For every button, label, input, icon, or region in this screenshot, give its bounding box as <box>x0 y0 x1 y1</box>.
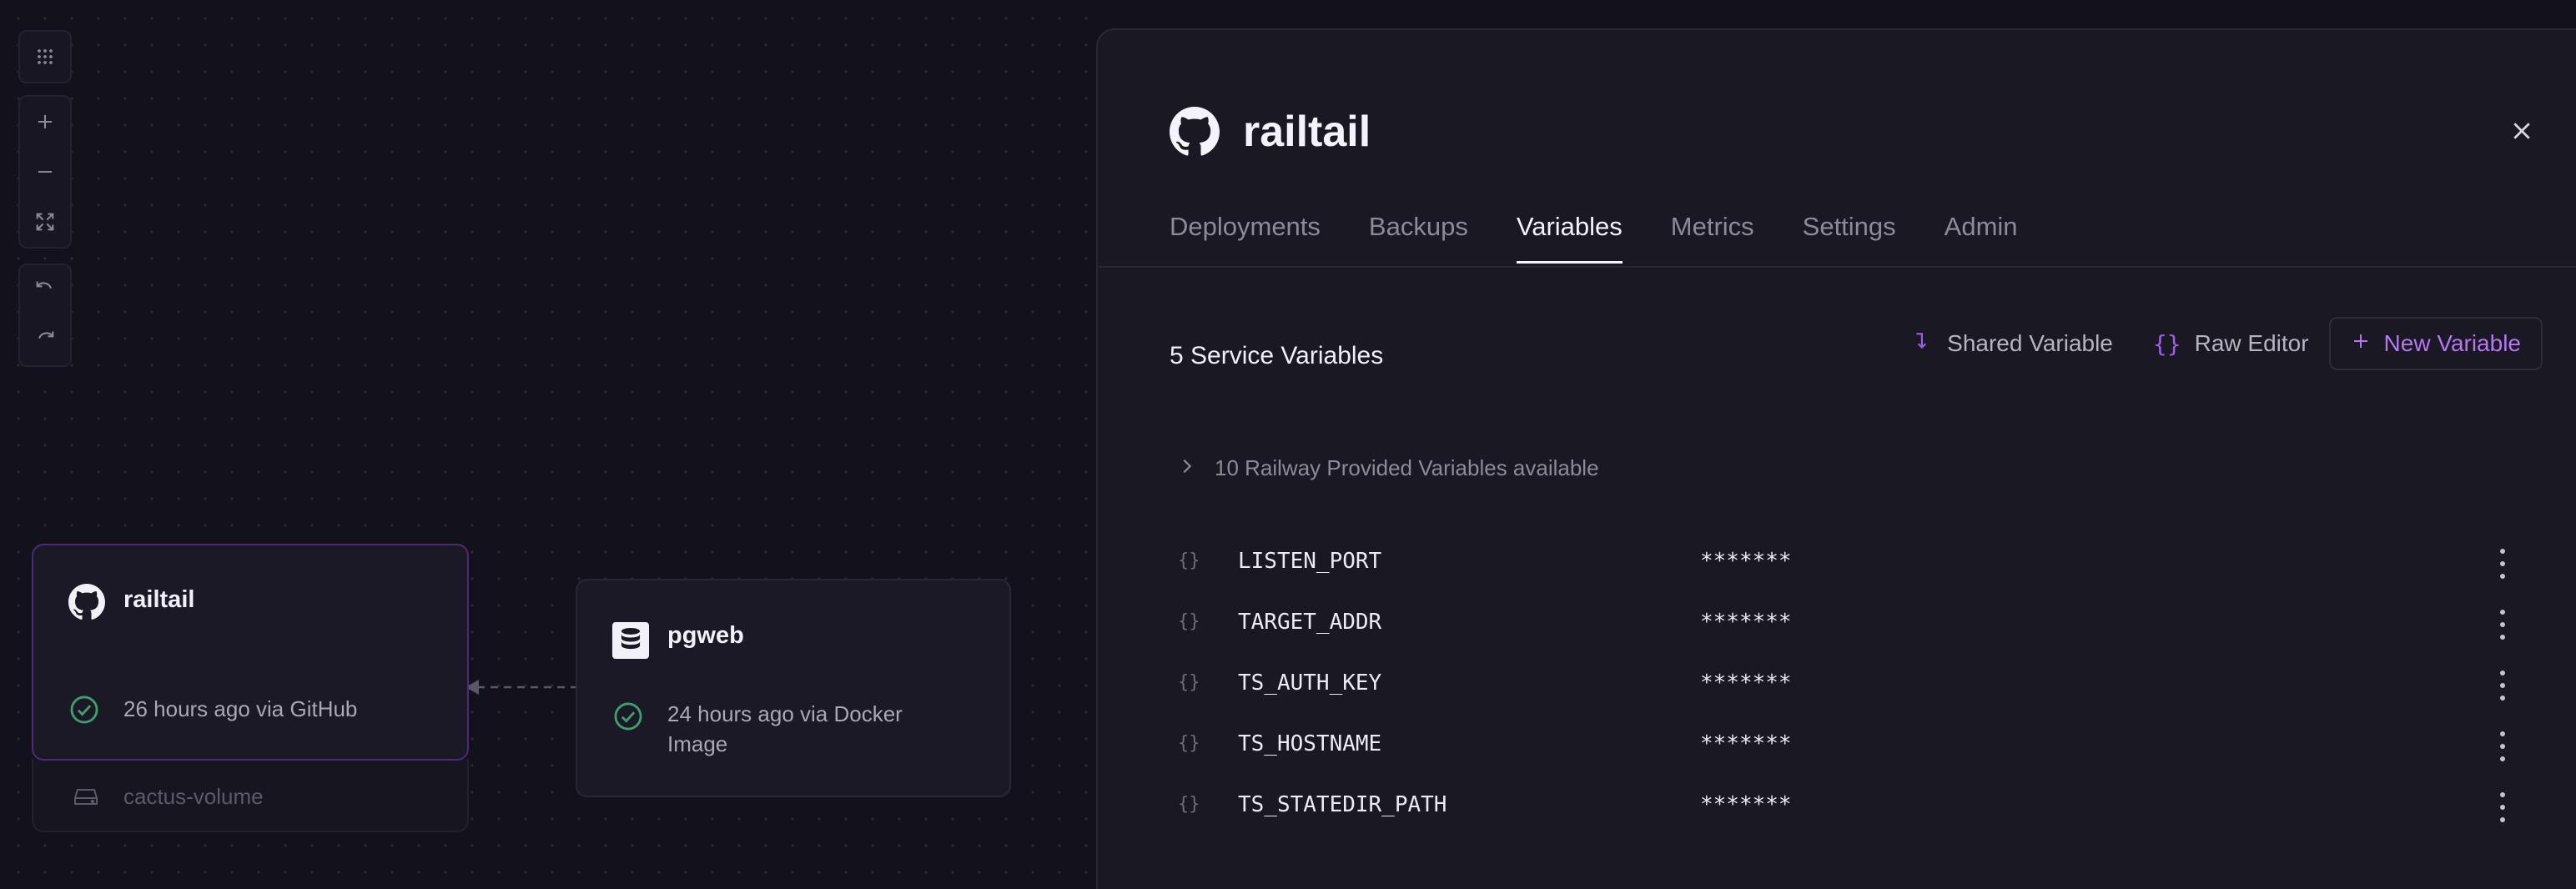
raw-editor-button[interactable]: {} Raw Editor <box>2133 317 2329 370</box>
corner-arrow-icon <box>1912 330 1934 358</box>
variable-row[interactable]: {} TS_AUTH_KEY ******* <box>1178 657 2513 718</box>
tab-deployments[interactable]: Deployments <box>1170 212 1321 262</box>
tab-metrics[interactable]: Metrics <box>1671 212 1754 262</box>
variable-name: LISTEN_PORT <box>1238 549 1382 574</box>
more-vertical-icon[interactable] <box>2493 610 2513 640</box>
check-circle-icon <box>68 694 100 730</box>
check-circle-icon <box>612 701 644 736</box>
variable-name: TS_STATEDIR_PATH <box>1238 792 1447 817</box>
service-title-pgweb: pgweb <box>667 622 744 649</box>
variable-row[interactable]: {} TS_HOSTNAME ******* <box>1178 718 2513 779</box>
variable-value[interactable]: ******* <box>1700 731 1792 756</box>
braces-icon: {} <box>1178 794 1200 815</box>
page-title: railtail <box>1243 108 1371 156</box>
braces-icon: {} <box>1178 733 1200 754</box>
provided-variables-toggle[interactable]: 10 Railway Provided Variables available <box>1178 455 1599 481</box>
variables-list: {} LISTEN_PORT ******* {} TARGET_ADDR **… <box>1178 535 2513 840</box>
database-icon <box>612 622 649 659</box>
shared-variable-label: Shared Variable <box>1947 330 2113 356</box>
tabs-divider <box>1098 266 2576 268</box>
tab-backups[interactable]: Backups <box>1369 212 1468 262</box>
more-vertical-icon[interactable] <box>2493 792 2513 822</box>
plus-icon <box>2351 330 2371 357</box>
deploy-status-railtail: 26 hours ago via GitHub <box>123 696 358 721</box>
provided-variables-label: 10 Railway Provided Variables available <box>1215 455 1599 480</box>
variable-value[interactable]: ******* <box>1700 792 1792 817</box>
variables-heading: 5 Service Variables <box>1170 342 1384 369</box>
variable-value[interactable]: ******* <box>1700 671 1792 696</box>
variables-actions: Shared Variable {} Raw Editor New Variab… <box>1892 317 2543 370</box>
braces-icon: {} <box>2152 329 2181 358</box>
tab-settings[interactable]: Settings <box>1803 212 1896 262</box>
more-vertical-icon[interactable] <box>2493 549 2513 579</box>
variable-name: TS_AUTH_KEY <box>1238 671 1382 696</box>
braces-icon: {} <box>1178 550 1200 571</box>
variable-name: TARGET_ADDR <box>1238 610 1382 635</box>
service-title-railtail: railtail <box>123 586 195 613</box>
shared-variable-button[interactable]: Shared Variable <box>1892 317 2133 370</box>
variable-value[interactable]: ******* <box>1700 549 1792 574</box>
volume-label: cactus-volume <box>123 784 264 809</box>
tab-admin[interactable]: Admin <box>1945 212 2018 262</box>
chevron-right-icon <box>1178 457 1196 480</box>
braces-icon: {} <box>1178 672 1200 693</box>
service-card-pgweb[interactable] <box>576 579 1011 797</box>
variable-row[interactable]: {} TARGET_ADDR ******* <box>1178 596 2513 657</box>
new-variable-button[interactable]: New Variable <box>2328 317 2543 370</box>
variable-value[interactable]: ******* <box>1700 610 1792 635</box>
more-vertical-icon[interactable] <box>2493 671 2513 701</box>
variable-name: TS_HOSTNAME <box>1238 731 1382 756</box>
raw-editor-label: Raw Editor <box>2194 330 2309 356</box>
deploy-status-pgweb: 24 hours ago via Docker Image <box>667 701 903 756</box>
braces-icon: {} <box>1178 611 1200 632</box>
github-icon <box>68 584 105 625</box>
new-variable-label: New Variable <box>2383 330 2521 356</box>
github-icon <box>1170 107 1220 161</box>
variable-row[interactable]: {} LISTEN_PORT ******* <box>1178 535 2513 596</box>
close-icon[interactable] <box>2509 118 2534 148</box>
service-panel: railtail Deployments Backups Variables M… <box>1096 28 2576 889</box>
more-vertical-icon[interactable] <box>2493 731 2513 761</box>
variable-row[interactable]: {} TS_STATEDIR_PATH ******* <box>1178 779 2513 840</box>
tab-variables[interactable]: Variables <box>1516 212 1623 264</box>
tab-bar: Deployments Backups Variables Metrics Se… <box>1170 212 2066 264</box>
hard-drive-icon <box>73 786 98 811</box>
